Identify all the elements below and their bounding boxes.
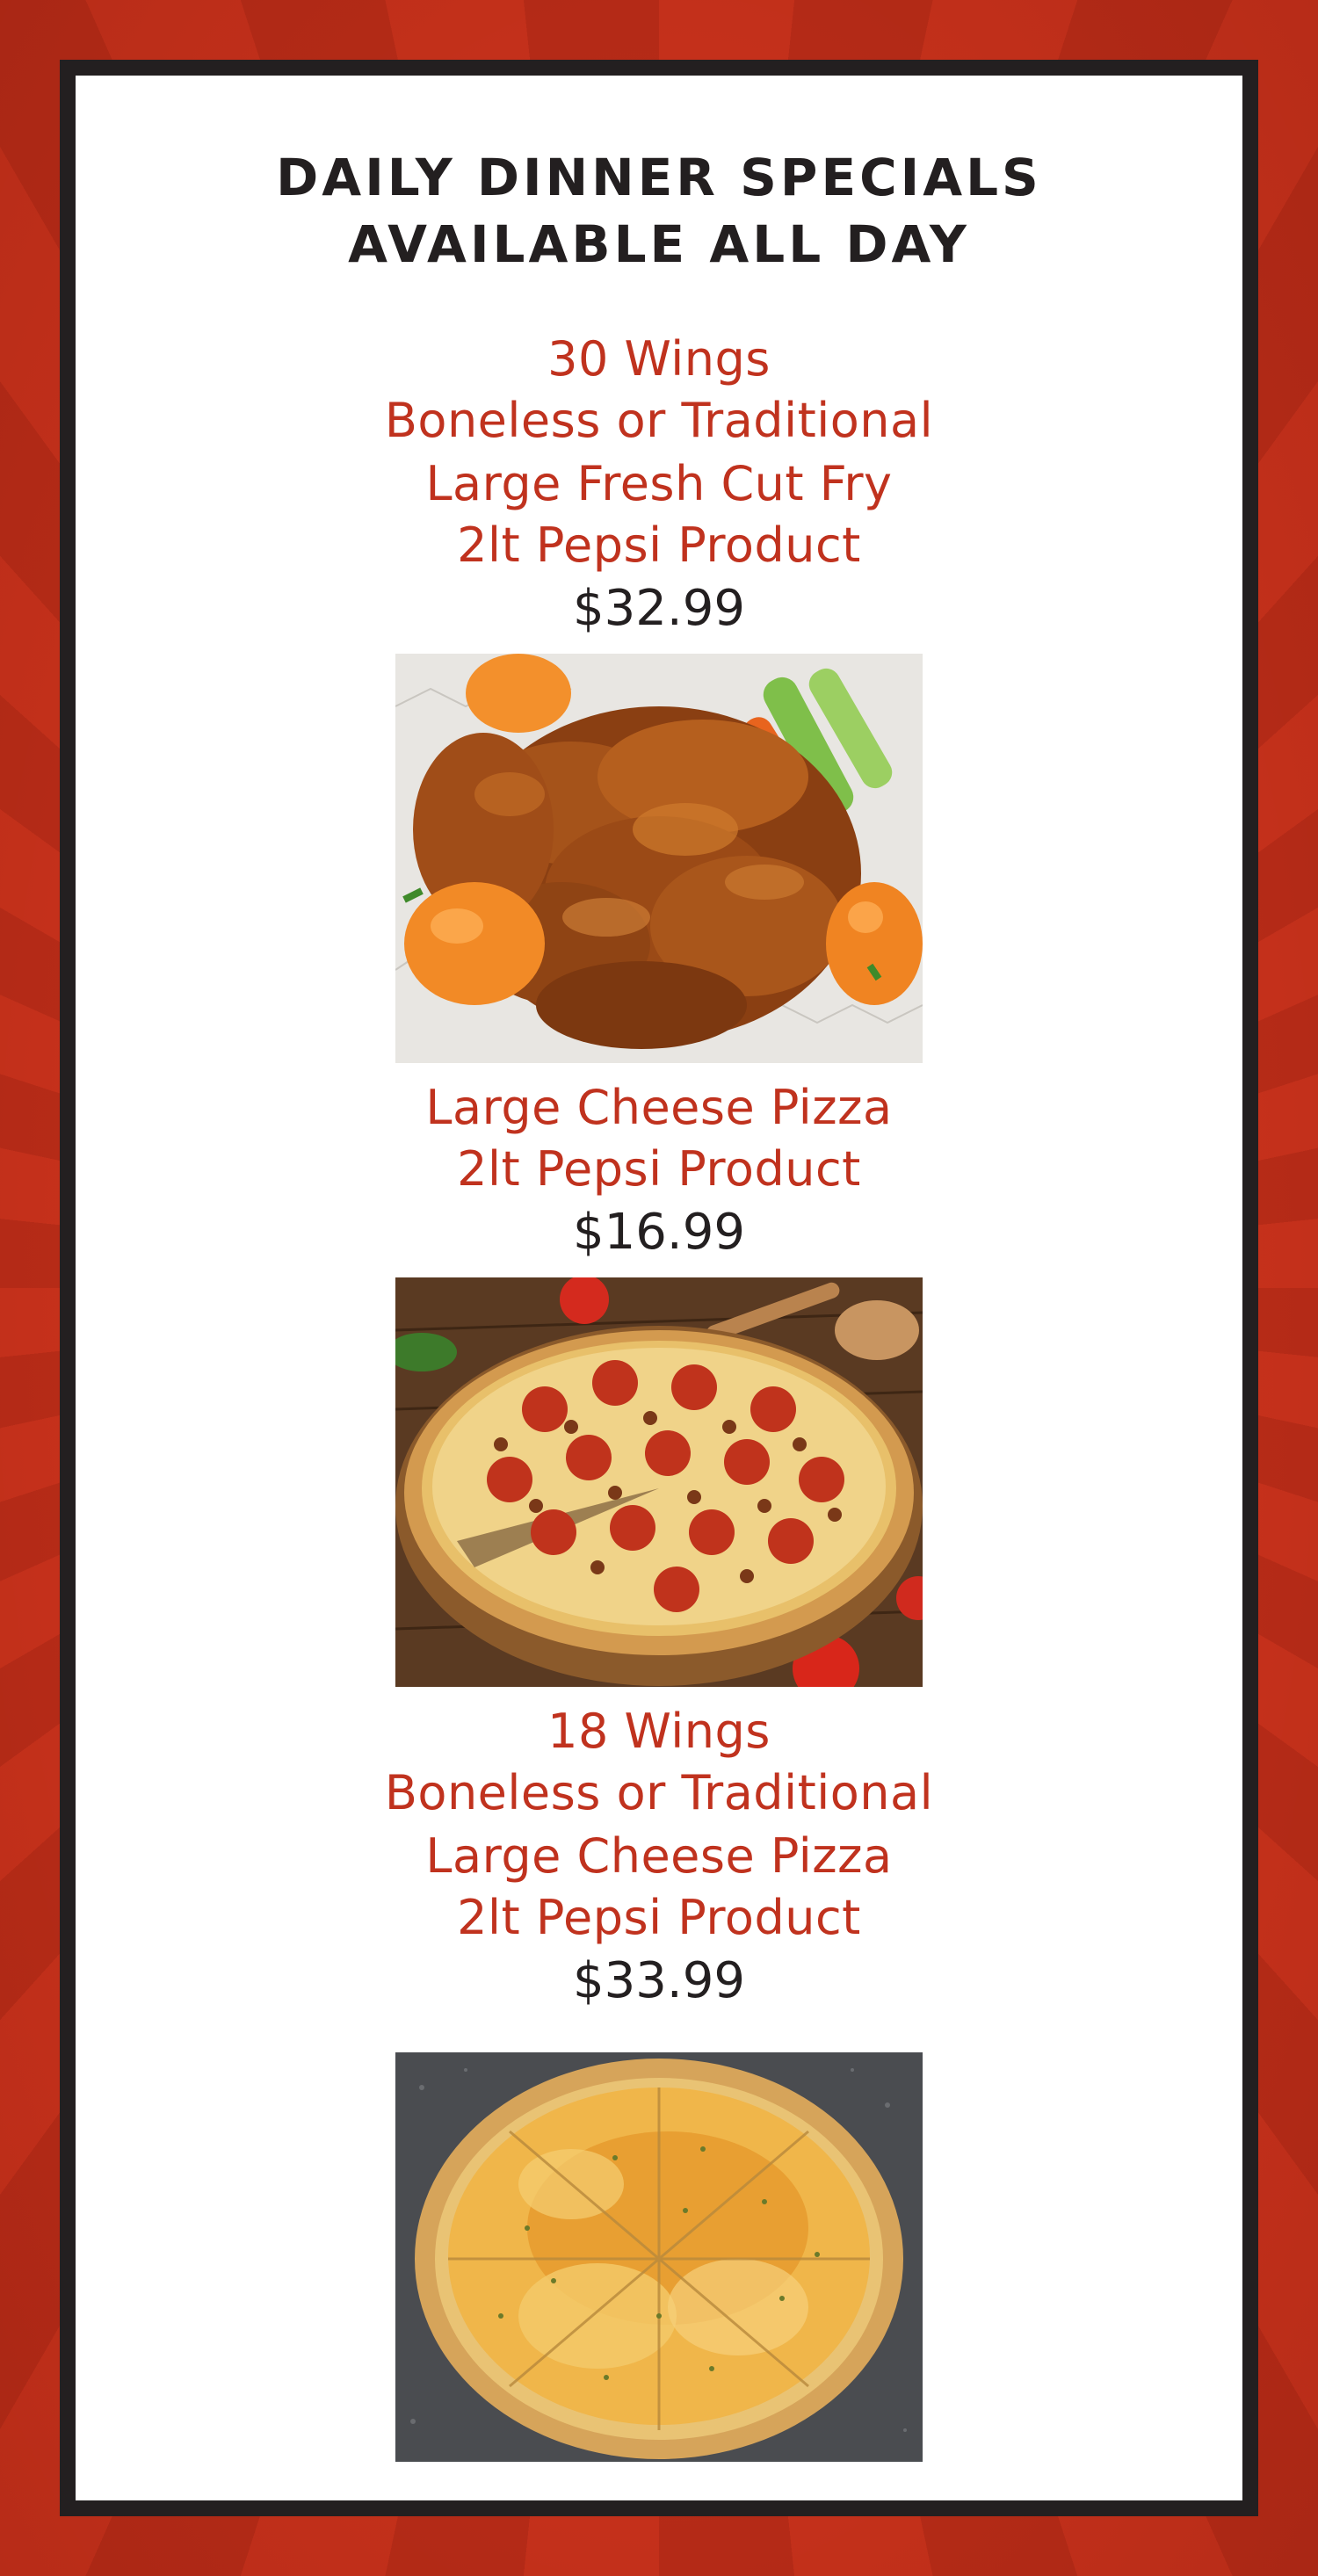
special-3-line-2: Boneless or Traditional bbox=[384, 1765, 934, 1820]
page-title-line-2: AVAILABLE ALL DAY bbox=[348, 214, 970, 274]
special-1-price: $32.99 bbox=[573, 580, 745, 637]
specials-card: DAILY DINNER SPECIALS AVAILABLE ALL DAY … bbox=[60, 60, 1258, 2516]
pepperoni-pizza-photo bbox=[395, 1277, 923, 1687]
special-2-line-2: 2lt Pepsi Product bbox=[457, 1141, 861, 1197]
chicken-wings-photo bbox=[395, 654, 923, 1063]
special-1-line-3: Large Fresh Cut Fry bbox=[425, 456, 893, 511]
special-1-line-4: 2lt Pepsi Product bbox=[457, 517, 861, 573]
special-3-price: $33.99 bbox=[573, 1952, 745, 2009]
special-2-price: $16.99 bbox=[573, 1204, 745, 1261]
special-3-line-1: 18 Wings bbox=[547, 1704, 771, 1759]
cheese-pizza-photo bbox=[395, 2052, 923, 2462]
special-2-line-1: Large Cheese Pizza bbox=[425, 1080, 893, 1135]
page-title-line-1: DAILY DINNER SPECIALS bbox=[276, 148, 1042, 207]
special-3-line-3: Large Cheese Pizza bbox=[425, 1828, 893, 1884]
special-1-line-2: Boneless or Traditional bbox=[384, 393, 934, 448]
special-1-line-1: 30 Wings bbox=[547, 331, 771, 387]
special-3-line-4: 2lt Pepsi Product bbox=[457, 1890, 861, 1945]
